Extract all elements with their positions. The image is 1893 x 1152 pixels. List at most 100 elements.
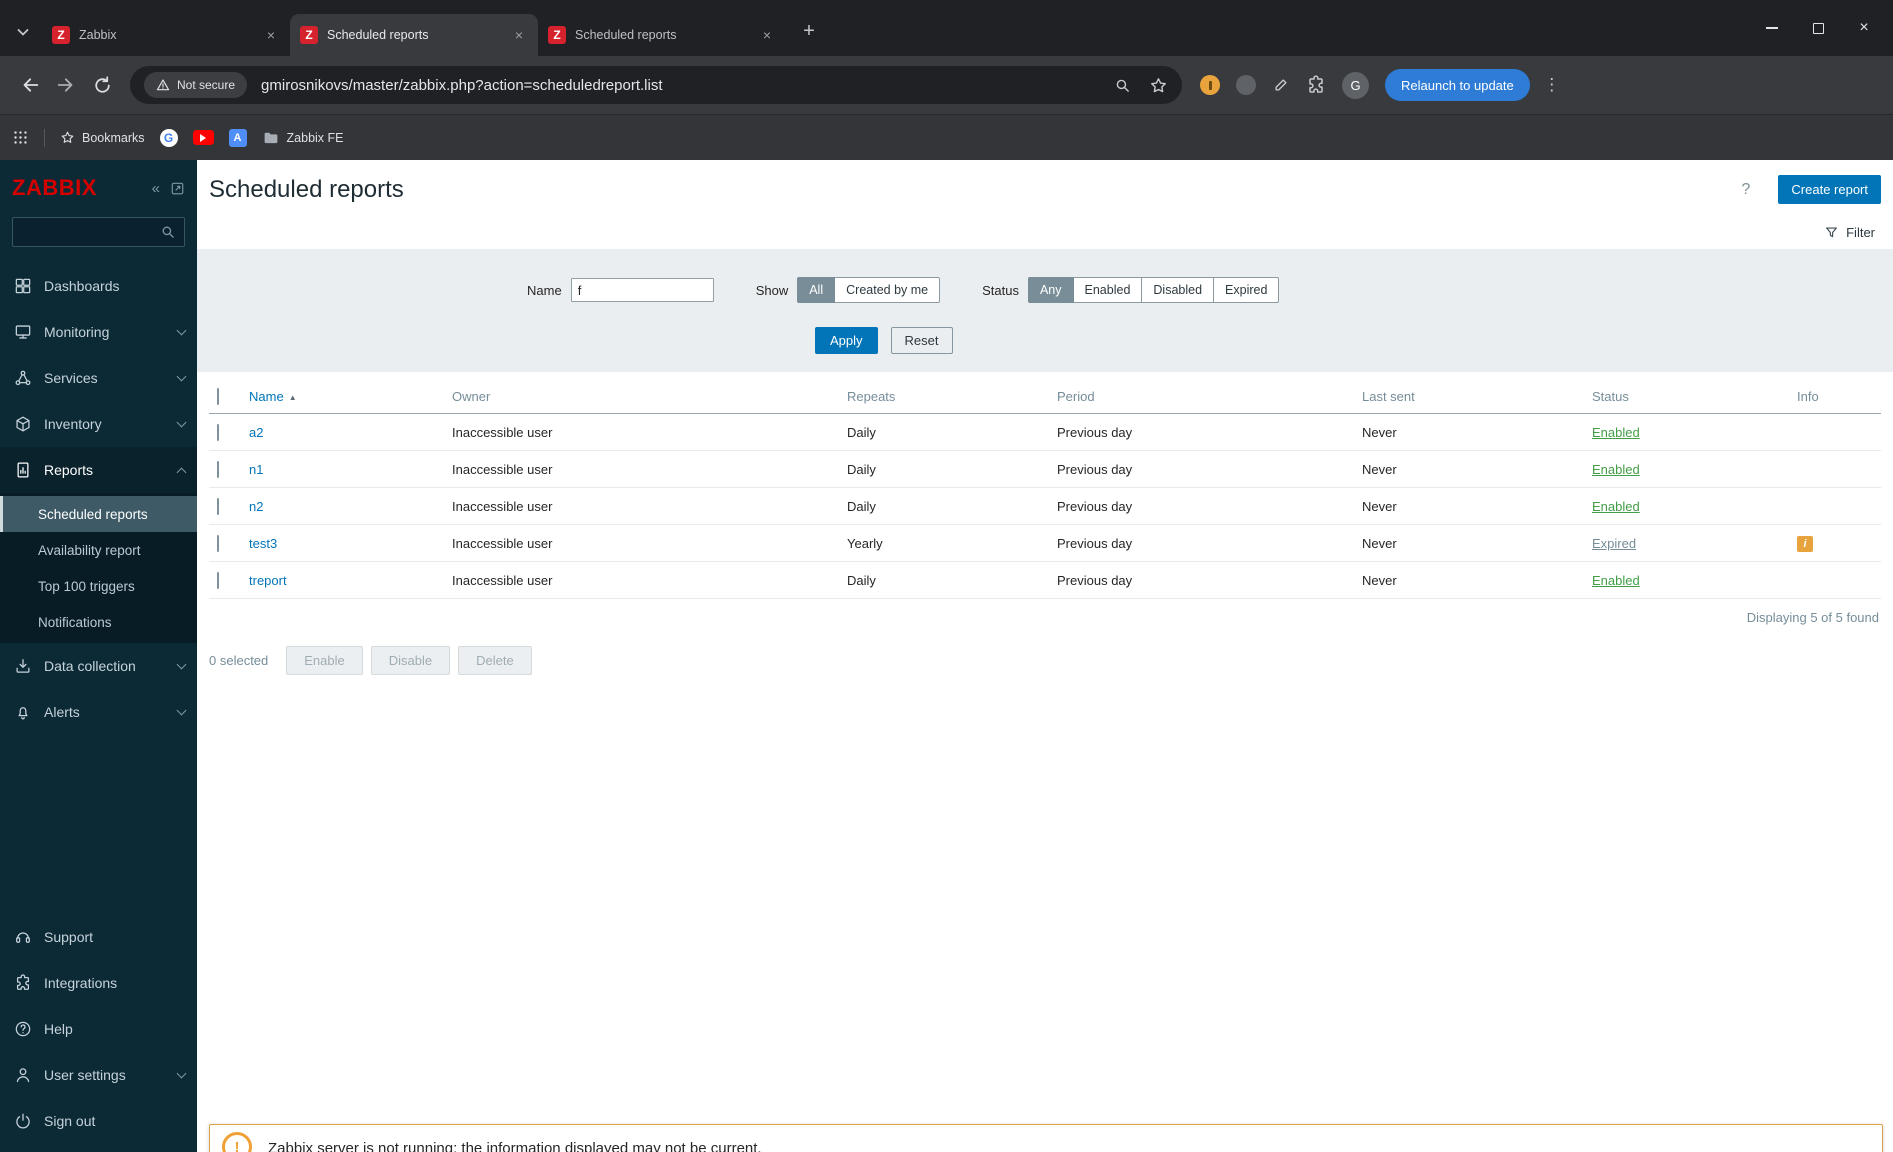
report-name-link[interactable]: n1 — [249, 462, 263, 477]
repeats-cell: Daily — [847, 572, 876, 588]
sidebar-item-integrations[interactable]: Integrations — [0, 960, 197, 1006]
chevron-up-icon — [176, 467, 187, 477]
pen-extension-icon[interactable] — [1272, 76, 1290, 94]
row-checkbox[interactable] — [217, 460, 219, 478]
sidebar-item-notifications[interactable]: Notifications — [0, 604, 197, 640]
sidebar-item-scheduled-reports[interactable]: Scheduled reports — [0, 496, 197, 532]
status-link[interactable]: Enabled — [1592, 573, 1640, 588]
sidebar-item-availability-report[interactable]: Availability report — [0, 532, 197, 568]
bookmark-youtube[interactable] — [192, 130, 214, 145]
tab-scheduled-reports-active[interactable]: Z Scheduled reports × — [290, 14, 538, 56]
window-close-button[interactable]: × — [1841, 10, 1887, 46]
report-name-link[interactable]: test3 — [249, 536, 277, 551]
sidebar-item-alerts[interactable]: Alerts — [0, 689, 197, 735]
select-all-checkbox[interactable] — [217, 388, 219, 405]
bookmark-star-icon[interactable] — [1149, 76, 1168, 95]
sidebar-item-label: Data collection — [44, 658, 136, 674]
zabbix-logo[interactable]: ZABBIX — [12, 175, 97, 201]
relaunch-to-update-button[interactable]: Relaunch to update — [1385, 69, 1530, 101]
create-report-button[interactable]: Create report — [1778, 175, 1881, 204]
sidebar-search[interactable] — [12, 217, 185, 247]
enable-button[interactable]: Enable — [286, 646, 363, 675]
status-link[interactable]: Enabled — [1592, 462, 1640, 477]
sidebar-item-top-100-triggers[interactable]: Top 100 triggers — [0, 568, 197, 604]
status-enabled-button[interactable]: Enabled — [1072, 277, 1143, 303]
sidebar-collapse-icon[interactable]: « — [152, 180, 160, 197]
dashboards-icon — [15, 278, 31, 294]
status-disabled-button[interactable]: Disabled — [1141, 277, 1215, 303]
tab-close-icon[interactable]: × — [758, 26, 776, 44]
show-created-by-me-button[interactable]: Created by me — [834, 277, 941, 303]
reload-button[interactable] — [84, 67, 120, 103]
bookmarks-folder[interactable]: Bookmarks — [60, 130, 145, 145]
sidebar-item-monitoring[interactable]: Monitoring — [0, 309, 197, 355]
column-header-name[interactable]: Name — [249, 389, 284, 404]
bookmark-folder-zabbix-fe[interactable]: Zabbix FE — [262, 129, 344, 147]
chevron-down-icon — [176, 417, 187, 428]
bookmark-google[interactable]: G — [159, 128, 178, 147]
reset-button[interactable]: Reset — [890, 327, 953, 354]
tab-zabbix[interactable]: Z Zabbix × — [42, 14, 290, 56]
apply-button[interactable]: Apply — [815, 327, 878, 354]
sidebar-search-input[interactable] — [21, 224, 160, 240]
report-name-link[interactable]: treport — [249, 573, 287, 588]
row-checkbox[interactable] — [217, 534, 219, 552]
sidebar-item-dashboards[interactable]: Dashboards — [0, 263, 197, 309]
sidebar-item-label: Sign out — [44, 1113, 96, 1129]
status-link[interactable]: Enabled — [1592, 425, 1640, 440]
sidebar-item-reports[interactable]: Reports — [0, 447, 197, 493]
extension-icon-orange[interactable] — [1200, 75, 1220, 95]
url-text[interactable]: gmirosnikovs/master/zabbix.php?action=sc… — [261, 77, 662, 94]
not-secure-chip[interactable]: Not secure — [144, 72, 248, 98]
show-segmented-control: All Created by me — [797, 277, 941, 303]
status-link[interactable]: Expired — [1592, 536, 1636, 551]
last-sent-cell: Never — [1362, 572, 1397, 588]
zoom-icon[interactable] — [1114, 77, 1131, 94]
tab-scheduled-reports[interactable]: Z Scheduled reports × — [538, 14, 786, 56]
extension-icon-gray[interactable] — [1236, 75, 1256, 95]
report-name-link[interactable]: n2 — [249, 499, 263, 514]
name-label: Name — [527, 282, 562, 298]
chevron-down-icon — [176, 1068, 187, 1079]
profile-avatar[interactable]: G — [1342, 71, 1369, 99]
tab-close-icon[interactable]: × — [510, 26, 528, 44]
row-checkbox[interactable] — [217, 571, 219, 589]
sidebar-item-label: Alerts — [44, 704, 80, 720]
tab-close-icon[interactable]: × — [262, 26, 280, 44]
forward-button[interactable] — [48, 67, 84, 103]
row-checkbox[interactable] — [217, 423, 219, 441]
info-icon[interactable]: i — [1797, 535, 1813, 552]
delete-button[interactable]: Delete — [458, 646, 532, 675]
disable-button[interactable]: Disable — [370, 646, 451, 675]
sidebar-item-help[interactable]: Help — [0, 1006, 197, 1052]
sidebar-hide-icon[interactable] — [170, 181, 185, 196]
browser-menu-icon[interactable]: ⋮ — [1542, 75, 1562, 95]
name-filter-input[interactable] — [570, 278, 714, 302]
tabstrip-chevron-icon[interactable] — [8, 17, 38, 47]
apps-grid-icon[interactable] — [12, 129, 29, 146]
filter-tab[interactable]: Filter — [1846, 225, 1875, 240]
window-maximize-button[interactable] — [1795, 10, 1841, 46]
sidebar-item-services[interactable]: Services — [0, 355, 197, 401]
status-expired-button[interactable]: Expired — [1213, 277, 1280, 303]
sidebar-item-user-settings[interactable]: User settings — [0, 1052, 197, 1098]
sidebar-item-sign-out[interactable]: Sign out — [0, 1098, 197, 1144]
bookmark-translate[interactable]: A — [228, 128, 247, 147]
window-minimize-button[interactable] — [1749, 10, 1795, 46]
status-segmented-control: Any Enabled Disabled Expired — [1027, 277, 1280, 303]
row-checkbox[interactable] — [217, 497, 219, 515]
tab-title: Zabbix — [79, 28, 117, 42]
show-all-button[interactable]: All — [797, 277, 836, 303]
status-link[interactable]: Enabled — [1592, 499, 1640, 514]
extensions-puzzle-icon[interactable] — [1306, 75, 1326, 95]
address-bar[interactable]: Not secure gmirosnikovs/master/zabbix.ph… — [130, 66, 1182, 104]
status-any-button[interactable]: Any — [1027, 277, 1074, 303]
sidebar-item-inventory[interactable]: Inventory — [0, 401, 197, 447]
not-secure-label: Not secure — [177, 78, 236, 92]
sidebar-item-support[interactable]: Support — [0, 914, 197, 960]
report-name-link[interactable]: a2 — [249, 425, 263, 440]
new-tab-button[interactable]: + — [794, 16, 824, 46]
back-button[interactable] — [12, 67, 48, 103]
sidebar-item-data-collection[interactable]: Data collection — [0, 643, 197, 689]
help-button[interactable]: ? — [1742, 181, 1751, 199]
